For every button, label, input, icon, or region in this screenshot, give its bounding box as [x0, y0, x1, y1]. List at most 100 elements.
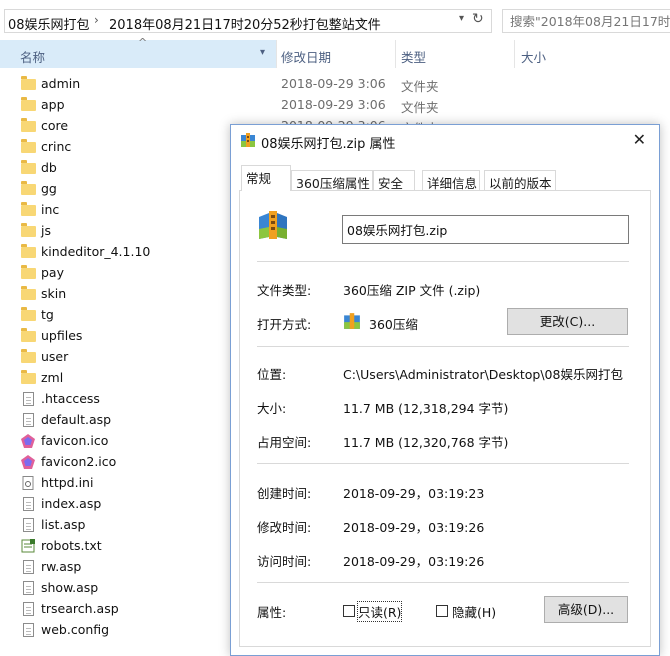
file-type: 文件夹: [401, 79, 439, 94]
file-name: pay: [41, 265, 64, 280]
zip-archive-icon: [259, 211, 287, 239]
divider: [257, 261, 629, 262]
file-icon: [23, 560, 34, 574]
search-box[interactable]: [502, 9, 670, 33]
properties-dialog: 08娱乐网打包.zip 属性 ✕ 常规 360压缩属性 安全 详细信息 以前的版…: [230, 124, 660, 656]
close-icon[interactable]: ✕: [633, 130, 646, 149]
chevron-right-icon[interactable]: ›: [94, 13, 99, 27]
filetype-label: 文件类型:: [257, 283, 312, 298]
file-name: rw.asp: [41, 559, 82, 574]
folder-icon: [21, 76, 36, 90]
column-header: ^ 名称 ▾ 修改日期 类型 大小: [0, 36, 670, 68]
divider: [257, 582, 629, 583]
file-icon: [23, 623, 34, 637]
folder-icon: [21, 370, 36, 384]
file-name: gg: [41, 181, 57, 196]
dialog-title: 08娱乐网打包.zip 属性: [261, 137, 396, 152]
chevron-down-icon[interactable]: ▾: [260, 47, 265, 58]
column-size[interactable]: 大小: [521, 47, 546, 66]
general-panel: 文件类型: 360压缩 ZIP 文件 (.zip) 打开方式: 360压缩 更改…: [239, 190, 651, 647]
folder-icon: [21, 202, 36, 216]
folder-icon: [21, 328, 36, 342]
folder-icon: [21, 181, 36, 195]
file-name: robots.txt: [41, 538, 102, 553]
search-input[interactable]: [510, 14, 670, 29]
favicon-icon: [21, 434, 35, 448]
folder-icon: [21, 139, 36, 153]
tab-360-zip[interactable]: 360压缩属性: [291, 170, 373, 191]
column-date[interactable]: 修改日期: [281, 47, 331, 66]
advanced-button[interactable]: 高级(D)...: [544, 596, 628, 623]
list-item[interactable]: app 2018-09-29 3:06 文件夹: [0, 95, 670, 116]
file-icon: [23, 413, 34, 427]
column-divider[interactable]: [514, 40, 515, 68]
file-name: web.config: [41, 622, 110, 637]
column-divider[interactable]: [276, 40, 277, 68]
file-name: favicon2.ico: [41, 454, 117, 469]
list-item[interactable]: admin 2018-09-29 3:06 文件夹: [0, 74, 670, 95]
folder-icon: [21, 118, 36, 132]
zip-app-icon: [344, 313, 360, 329]
modified-value: 2018-09-29，03:19:26: [343, 520, 485, 535]
file-name: zml: [41, 370, 64, 385]
tab-security[interactable]: 安全: [373, 170, 415, 191]
location-value: C:\Users\Administrator\Desktop\08娱乐网打包: [343, 367, 623, 382]
file-name: crinc: [41, 139, 72, 154]
file-date: 2018-09-29 3:06: [281, 97, 386, 112]
hidden-label[interactable]: 隐藏(H): [452, 602, 496, 621]
breadcrumb-parent[interactable]: 08娱乐网打包: [8, 14, 90, 33]
folder-icon: [21, 307, 36, 321]
chevron-right-icon[interactable]: ›: [360, 13, 365, 27]
file-name: kindeditor_4.1.10: [41, 244, 151, 259]
chevron-down-icon[interactable]: ▾: [459, 13, 464, 24]
file-name: .htaccess: [41, 391, 100, 406]
file-name: httpd.ini: [41, 475, 94, 490]
filename-input[interactable]: [342, 215, 629, 244]
breadcrumb-current[interactable]: 2018年08月21日17时20分52秒打包整站文件: [109, 14, 381, 33]
accessed-label: 访问时间:: [257, 554, 312, 569]
created-label: 创建时间:: [257, 486, 312, 501]
sort-up-icon: ^: [138, 36, 148, 49]
file-name: js: [41, 223, 51, 238]
readonly-checkbox[interactable]: [343, 605, 355, 617]
file-name: db: [41, 160, 57, 175]
tab-previous-versions[interactable]: 以前的版本: [484, 170, 556, 191]
file-name: default.asp: [41, 412, 112, 427]
file-name: trsearch.asp: [41, 601, 119, 616]
column-type[interactable]: 类型: [401, 47, 426, 66]
created-value: 2018-09-29，03:19:23: [343, 486, 485, 501]
file-name: favicon.ico: [41, 433, 109, 448]
notepad-icon: [21, 539, 35, 553]
size-label: 大小:: [257, 401, 287, 416]
column-name-label: 名称: [20, 50, 46, 65]
change-button[interactable]: 更改(C)...: [507, 308, 628, 335]
file-name: show.asp: [41, 580, 99, 595]
tab-details[interactable]: 详细信息: [422, 170, 480, 191]
modified-label: 修改时间:: [257, 520, 312, 535]
folder-icon: [21, 223, 36, 237]
refresh-icon[interactable]: ↻: [472, 11, 484, 27]
file-name: upfiles: [41, 328, 83, 343]
divider: [257, 346, 629, 347]
file-icon: [23, 392, 34, 406]
folder-icon: [21, 160, 36, 174]
column-name[interactable]: ^ 名称 ▾: [0, 36, 276, 68]
accessed-value: 2018-09-29，03:19:26: [343, 554, 485, 569]
folder-icon: [21, 244, 36, 258]
folder-icon: [21, 286, 36, 300]
tab-bar: 常规 360压缩属性 安全 详细信息 以前的版本: [239, 165, 651, 191]
file-name: skin: [41, 286, 67, 301]
hidden-checkbox[interactable]: [436, 605, 448, 617]
column-divider[interactable]: [395, 40, 396, 68]
file-type: 文件夹: [401, 100, 439, 115]
breadcrumb[interactable]: 08娱乐网打包 › 2018年08月21日17时20分52秒打包整站文件 › ▾: [4, 9, 492, 33]
file-name: admin: [41, 76, 81, 91]
attributes-label: 属性:: [257, 605, 287, 620]
folder-icon: [21, 265, 36, 279]
tab-general[interactable]: 常规: [241, 165, 291, 191]
readonly-label[interactable]: 只读(R): [356, 601, 403, 622]
openwith-value: 360压缩: [369, 317, 418, 332]
location-label: 位置:: [257, 367, 287, 382]
folder-icon: [21, 97, 36, 111]
file-name: tg: [41, 307, 54, 322]
